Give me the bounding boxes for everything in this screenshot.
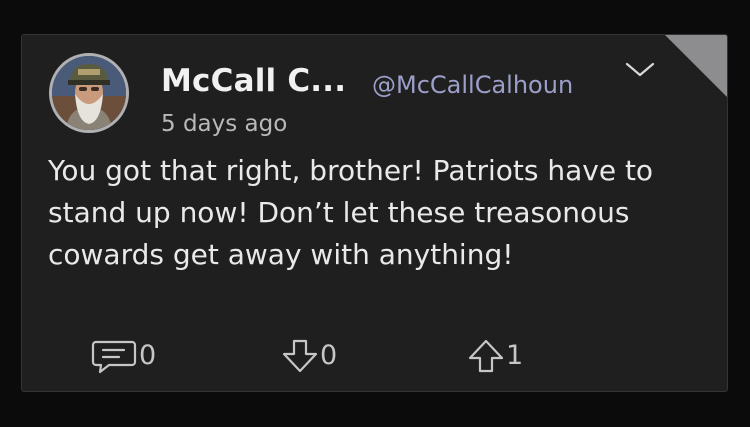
profile-photo-icon [52, 56, 126, 130]
downvote-button[interactable]: 0 [280, 338, 337, 374]
comment-button[interactable]: 0 [91, 338, 156, 374]
post-timestamp: 5 days ago [161, 111, 288, 137]
upvote-button[interactable]: 1 [466, 338, 523, 374]
user-handle[interactable]: @McCallCalhoun [372, 71, 573, 99]
post-body: You got that right, brother! Patriots ha… [48, 154, 654, 271]
chevron-down-icon [625, 62, 655, 77]
arrow-up-icon [468, 339, 504, 373]
corner-fold [665, 35, 727, 97]
arrow-down-icon [282, 339, 318, 373]
comment-icon [91, 340, 137, 374]
post-menu-button[interactable] [624, 59, 656, 81]
downvote-count: 0 [320, 340, 338, 371]
post-card: McCall C... @McCallCalhoun 5 days ago Yo… [21, 34, 728, 392]
display-name[interactable]: McCall C... [161, 63, 346, 99]
upvote-count: 1 [506, 340, 524, 371]
avatar[interactable] [49, 53, 129, 133]
comment-count: 0 [139, 340, 157, 371]
